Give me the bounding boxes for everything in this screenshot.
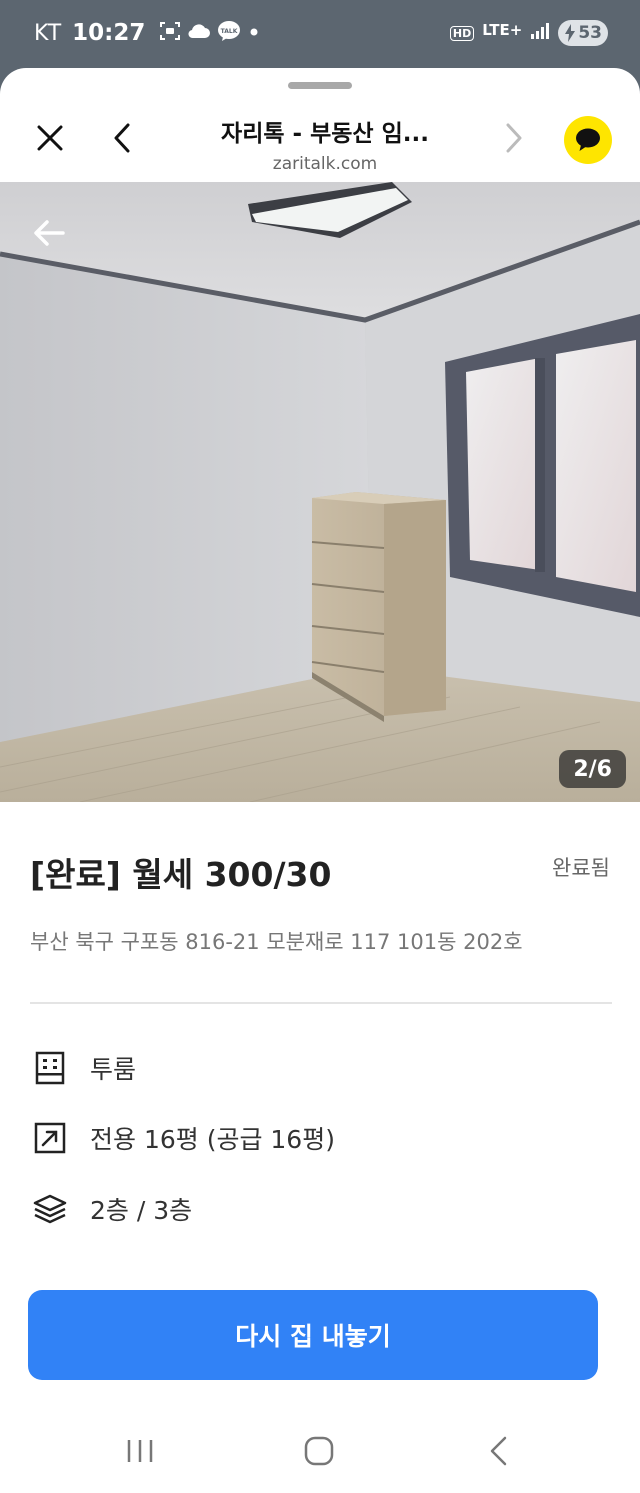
in-app-browser-sheet: 자리톡 - 부동산 임... zaritalk.com 2/6 [완료] 월세 … bbox=[0, 68, 640, 1493]
spec-room-type-text: 투룸 bbox=[90, 1055, 137, 1084]
network-type-label: LTE+ bbox=[482, 21, 523, 39]
signal-icon bbox=[530, 22, 550, 44]
spec-area: 전용 16평 (공급 16평) bbox=[30, 1118, 335, 1158]
kakaotalk-icon bbox=[564, 116, 612, 164]
spec-area-text: 전용 16평 (공급 16평) bbox=[90, 1125, 335, 1154]
listing-photo[interactable]: 2/6 bbox=[0, 182, 640, 802]
room-photo-illustration bbox=[0, 182, 640, 802]
status-bar-left: KT 10:27 TALK bbox=[34, 20, 261, 46]
close-button[interactable] bbox=[22, 110, 78, 166]
hd-voice-badge: HD bbox=[449, 25, 475, 41]
dot-icon bbox=[247, 24, 261, 43]
relist-button[interactable]: 다시 집 내놓기 bbox=[28, 1290, 598, 1380]
battery-indicator: 53 bbox=[558, 20, 608, 46]
home-icon bbox=[304, 1436, 334, 1466]
chevron-right-icon bbox=[506, 123, 522, 153]
status-badge: 완료됨 bbox=[552, 856, 610, 880]
page-url: zaritalk.com bbox=[272, 154, 378, 174]
notification-icons: TALK bbox=[159, 20, 261, 46]
browser-header: 자리톡 - 부동산 임... zaritalk.com bbox=[0, 98, 640, 182]
building-icon bbox=[30, 1048, 70, 1088]
close-icon bbox=[37, 125, 63, 151]
clock: 10:27 bbox=[72, 20, 146, 46]
spec-floor-text: 2층 / 3층 bbox=[90, 1196, 193, 1225]
battery-level: 53 bbox=[578, 23, 602, 43]
system-nav-bar bbox=[0, 1408, 640, 1493]
page-title: 자리톡 - 부동산 임... bbox=[221, 121, 429, 147]
carrier-label: KT bbox=[34, 20, 63, 46]
recents-icon bbox=[127, 1440, 153, 1462]
divider bbox=[30, 1002, 612, 1004]
kakaotalk-notification-icon: TALK bbox=[217, 20, 241, 46]
status-bar-right: HD LTE+ 53 bbox=[449, 20, 608, 46]
page-title-block: 자리톡 - 부동산 임... zaritalk.com bbox=[180, 114, 470, 174]
browser-forward-button[interactable] bbox=[486, 110, 542, 166]
home-button[interactable] bbox=[289, 1426, 349, 1476]
screenshot-icon bbox=[159, 20, 181, 46]
back-chevron-icon bbox=[490, 1436, 507, 1466]
listing-title: [완료] 월세 300/30 bbox=[30, 855, 332, 894]
svg-text:TALK: TALK bbox=[221, 28, 238, 35]
area-arrow-icon bbox=[30, 1118, 70, 1158]
charging-bolt-icon bbox=[565, 24, 576, 42]
listing-address: 부산 북구 구포동 816-21 모분재로 117 101동 202호 bbox=[30, 930, 523, 954]
status-bar: KT 10:27 TALK HD LTE+ 53 bbox=[0, 0, 640, 68]
sheet-grabber[interactable] bbox=[288, 82, 352, 89]
spec-room-type: 투룸 bbox=[30, 1048, 136, 1088]
arrow-left-icon bbox=[34, 220, 65, 246]
layers-icon bbox=[30, 1189, 70, 1229]
spec-floor: 2층 / 3층 bbox=[30, 1189, 192, 1229]
kakaotalk-share-button[interactable] bbox=[560, 112, 616, 168]
chevron-left-icon bbox=[114, 123, 130, 153]
system-back-button[interactable] bbox=[468, 1426, 528, 1476]
cloud-icon bbox=[187, 22, 211, 44]
photo-counter: 2/6 bbox=[559, 750, 626, 788]
recents-button[interactable] bbox=[110, 1426, 170, 1476]
browser-back-button[interactable] bbox=[94, 110, 150, 166]
photo-back-button[interactable] bbox=[24, 208, 74, 258]
